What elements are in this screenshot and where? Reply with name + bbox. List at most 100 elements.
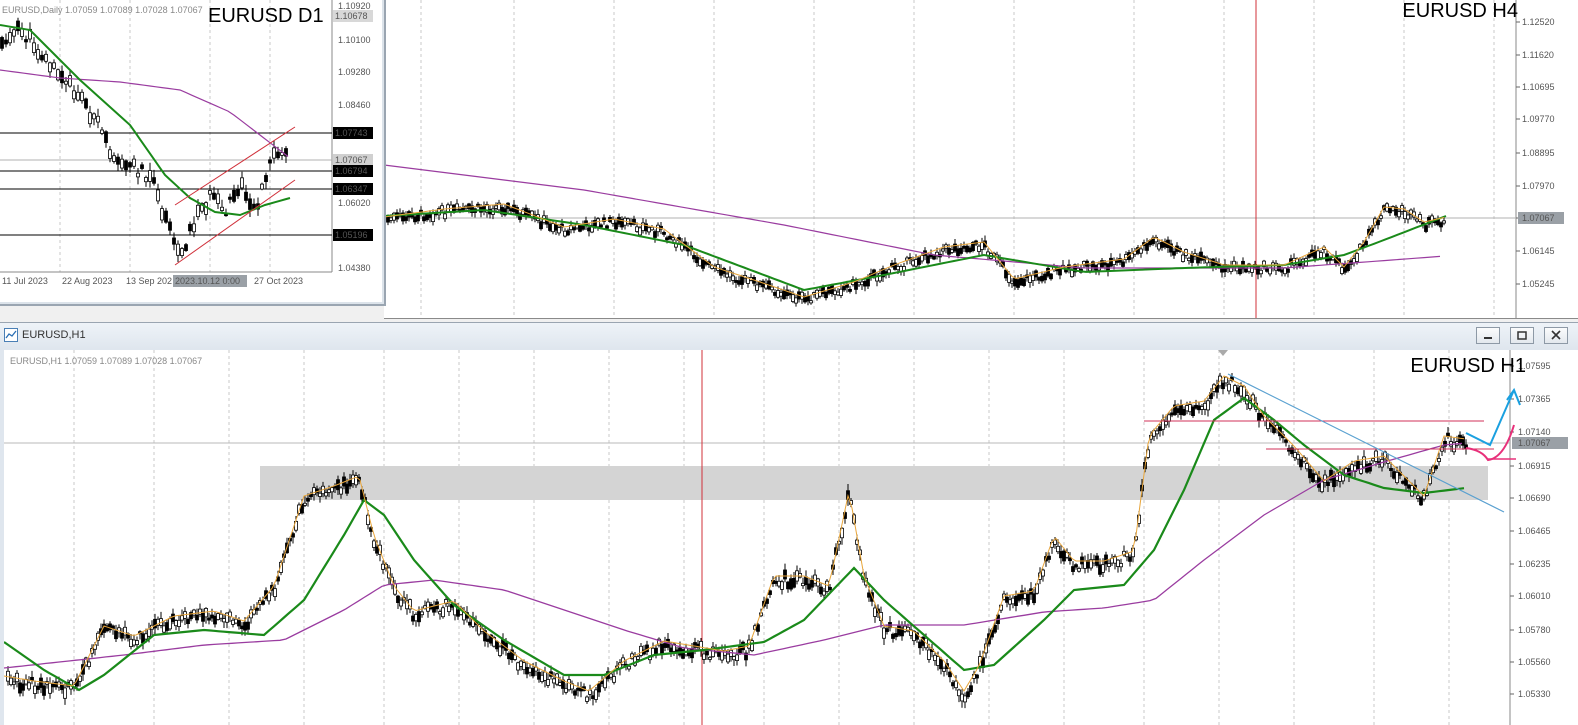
h1-candle-body	[540, 674, 544, 683]
h1-candle-body	[1293, 452, 1297, 458]
d1-candle-body	[76, 91, 80, 101]
h1-candle-body	[1119, 563, 1123, 568]
h4-candle-body	[791, 294, 795, 302]
h1-candle-body	[231, 619, 235, 625]
h1-price-tick-label: 1.05560	[1518, 657, 1551, 667]
h1-candle-body	[345, 483, 349, 494]
h1-candle-body	[420, 611, 424, 616]
h1-candle-body	[330, 487, 334, 493]
h1-candle-body	[339, 487, 343, 495]
h4-candle-body	[1160, 241, 1164, 248]
h1-candle-body	[828, 586, 832, 591]
d1-candle-body	[164, 210, 168, 223]
h4-candle-body	[926, 255, 930, 264]
d1-chart-area[interactable]: 1.10920 1.10678 1.10100 1.09280 1.08460 1.077…	[0, 0, 382, 302]
h1-candle-body	[567, 679, 571, 691]
h1-candle-body	[702, 653, 706, 660]
close-button[interactable]	[1544, 327, 1568, 344]
h4-candle-body	[1187, 257, 1191, 262]
h1-candle-body	[1308, 468, 1312, 479]
h4-candle-body	[830, 285, 834, 294]
d1-price-tick-label: 1.10678	[335, 11, 368, 21]
h1-candle-body	[594, 689, 598, 700]
h1-candle-body	[1368, 463, 1372, 472]
h4-candle-body	[1097, 263, 1101, 271]
h4-candle-body	[563, 230, 567, 237]
h4-candle-body	[599, 224, 603, 228]
restore-button[interactable]	[1510, 327, 1534, 344]
h4-candle-body	[1280, 269, 1284, 273]
h1-candle-body	[324, 492, 328, 497]
h4-candle-body	[941, 248, 945, 252]
h4-candle-body	[737, 280, 741, 285]
h1-candle-body	[375, 546, 379, 554]
h1-candle-body	[1053, 539, 1057, 545]
h1-candle-body	[537, 671, 541, 680]
d1-chart-canvas[interactable]: 1.109201.10678 1.10100 1.09280 1.08460 1.077…	[0, 0, 382, 302]
h1-titlebar[interactable]: EURUSD,H1	[0, 323, 1578, 349]
h4-price-tick-label: 1.07970	[1522, 181, 1555, 191]
h1-chart-area[interactable]: 1.07595 1.07365 1.07140 1.06915 1.06690 1.064…	[4, 350, 1578, 725]
h1-candle-body	[1227, 383, 1231, 392]
h1-candle-body	[447, 605, 451, 613]
d1-candle-body	[268, 159, 272, 164]
h4-candle-body	[866, 278, 870, 287]
chart-window-icon	[4, 328, 18, 342]
h4-candle-body	[839, 288, 843, 296]
h4-chart-window[interactable]: 1.12520 1.11620 1.10695 1.09770 1.08895 1.079…	[384, 0, 1578, 319]
h1-candle-body	[372, 540, 376, 548]
h4-candle-body	[425, 214, 429, 221]
h4-candle-body	[1283, 267, 1287, 275]
h1-candle-body	[9, 677, 13, 686]
h1-candle-body	[903, 625, 907, 632]
minimize-icon	[1484, 337, 1492, 339]
h4-candle-body	[431, 213, 435, 223]
h1-candle-body	[417, 611, 421, 623]
h1-candle-body	[1356, 460, 1360, 470]
h4-candle-body	[665, 237, 669, 241]
h1-candle-body	[495, 641, 499, 650]
h1-candle-body	[939, 658, 943, 670]
h4-candle-body	[596, 218, 600, 228]
h4-candle-body	[668, 235, 672, 240]
h4-candle-body	[1145, 243, 1149, 251]
h4-candle-body	[860, 281, 864, 286]
h4-candle-body	[554, 224, 558, 231]
h4-chart-canvas[interactable]: 1.12520 1.11620 1.10695 1.09770 1.08895 1.079…	[384, 0, 1578, 318]
h1-candle-body	[1401, 480, 1405, 484]
h1-candle-body	[1236, 387, 1240, 395]
d1-candle-body	[120, 158, 124, 169]
h4-candle-body	[1352, 258, 1356, 264]
h1-candle-body	[201, 611, 205, 622]
h1-candle-body	[1296, 454, 1300, 460]
h1-candle-body	[960, 693, 964, 702]
h1-candle-body	[918, 641, 922, 649]
h1-chart-window[interactable]: EURUSD,H1 1.07595 1.07365 1.07140 1.06915 1.…	[0, 322, 1578, 725]
h4-candle-body	[692, 255, 696, 260]
h4-candle-body	[1316, 250, 1320, 260]
d1-candle-body	[92, 113, 96, 120]
h1-candle-body	[12, 681, 16, 685]
h1-candle-body	[1389, 467, 1393, 471]
h1-candle-body	[42, 685, 46, 696]
h1-price-tick-label: 1.06915	[1518, 461, 1551, 471]
h1-candle-body	[519, 660, 523, 667]
h4-candle-body	[833, 290, 837, 295]
minimize-button[interactable]	[1476, 327, 1500, 344]
h1-candle-body	[237, 620, 241, 627]
h4-price-tick-label: 1.11620	[1522, 50, 1554, 60]
h1-candle-body	[1032, 593, 1036, 604]
h4-candle-body	[1211, 258, 1215, 268]
h4-candle-body	[671, 237, 675, 241]
h1-price-tick-label: 1.07140	[1518, 427, 1551, 437]
h4-candle-body	[920, 255, 924, 262]
d1-chart-window[interactable]: 1.10920 1.10678 1.10100 1.09280 1.08460 1.077…	[0, 0, 386, 306]
d1-price-tick-label: 1.10100	[338, 35, 371, 45]
h1-chart-canvas[interactable]: 1.075951.073651.071401.069151.066901.064…	[4, 350, 1578, 725]
d1-candle-body	[48, 62, 52, 73]
h4-candle-body	[725, 273, 729, 278]
h4-candle-body	[557, 227, 561, 234]
h1-candle-body	[969, 685, 973, 693]
d1-candle-body	[168, 221, 172, 231]
h1-candle-body	[114, 630, 118, 640]
